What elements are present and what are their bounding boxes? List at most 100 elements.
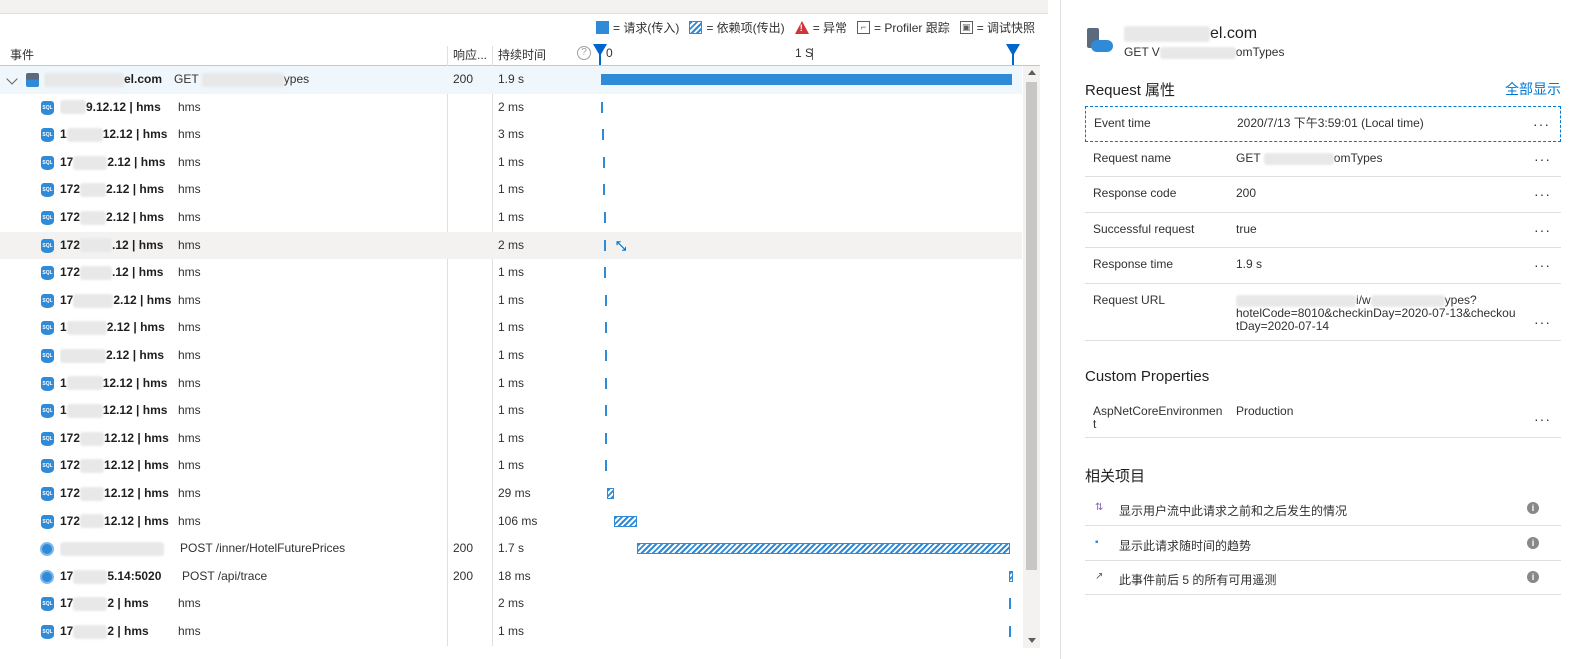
timeline-bar[interactable] [605, 322, 607, 334]
more-options-icon[interactable]: ··· [1534, 151, 1551, 167]
table-row[interactable]: SQL 172 2.12 | hms hms 1 ms [0, 204, 1022, 232]
timeline-bar[interactable] [604, 211, 606, 223]
related-item-trend[interactable]: ▪ 显示此请求随时间的趋势 i [1085, 527, 1561, 561]
event-name: 172 [60, 458, 81, 473]
sql-database-icon: SQL [41, 624, 54, 639]
scroll-up-icon[interactable] [1028, 70, 1036, 75]
event-name: 9.12.12 | hms [86, 99, 161, 114]
event-name: 17 [60, 292, 74, 307]
timeline-bar[interactable] [1009, 570, 1013, 582]
more-options-icon[interactable]: ··· [1534, 186, 1551, 202]
related-item-telemetry[interactable]: ↗ 此事件前后 5 的所有可用遥测 i [1085, 561, 1561, 595]
redacted-block [1236, 294, 1356, 307]
duration: 1.9 s [498, 72, 525, 86]
info-icon[interactable]: i [1527, 537, 1539, 549]
property-row-request-name[interactable]: Request name GET omTypes ··· [1085, 142, 1561, 177]
table-row[interactable]: SQL 172 12.12 | hms hms 106 ms [0, 508, 1022, 536]
table-row[interactable]: SQL 17 2 | hms hms 2 ms [0, 590, 1022, 618]
table-row[interactable]: SQL 172 2.12 | hms hms 1 ms [0, 176, 1022, 204]
column-header-duration[interactable]: 持续时间 [498, 46, 546, 64]
timeline-bar[interactable] [604, 239, 606, 251]
timeline-bar[interactable] [605, 405, 607, 417]
help-icon[interactable]: ? [577, 46, 591, 60]
table-row[interactable]: SQL 172 12.12 | hms hms 29 ms [0, 480, 1022, 508]
vertical-scrollbar[interactable] [1023, 66, 1040, 648]
property-row-environment[interactable]: AspNetCoreEnvironment Production ··· [1085, 395, 1561, 438]
timeline-bar[interactable] [601, 101, 603, 113]
timeline-bar[interactable] [637, 543, 1010, 555]
info-icon[interactable]: i [1527, 571, 1539, 583]
redacted-block [73, 624, 108, 639]
redacted-block [73, 597, 108, 612]
collapse-arrows-icon[interactable]: ⤡ [616, 232, 626, 260]
chevron-down-icon[interactable] [6, 73, 18, 85]
column-header-event[interactable]: 事件 [10, 46, 34, 64]
timeline-bar[interactable] [601, 74, 1012, 85]
table-row[interactable]: POST /inner/HotelFuturePrices 200 1.7 s [0, 535, 1022, 563]
table-row[interactable]: 17 5.14:5020 POST /api/trace 200 18 ms [0, 563, 1022, 591]
show-all-link[interactable]: 全部显示 [1505, 79, 1561, 99]
table-row[interactable]: SQL 17 2 | hms hms 1 ms [0, 618, 1022, 646]
timeline-bar[interactable] [602, 129, 604, 141]
table-row[interactable]: SQL 2.12 | hms hms 1 ms [0, 342, 1022, 370]
timeline-bar[interactable] [604, 267, 606, 279]
column-header-response[interactable]: 响应... [453, 46, 487, 64]
event-name: 17 [60, 596, 74, 611]
redacted-block [80, 486, 105, 501]
more-options-icon[interactable]: ··· [1534, 314, 1551, 330]
timeline-bar[interactable] [1009, 598, 1011, 610]
scrollbar-thumb[interactable] [1026, 82, 1037, 570]
sql-database-icon: SQL [41, 514, 54, 529]
table-row[interactable]: SQL 172 12.12 | hms hms 1 ms [0, 425, 1022, 453]
event-name-suffix: 12.12 | hms [102, 403, 168, 418]
property-row-successful-request[interactable]: Successful request true ··· [1085, 213, 1561, 248]
table-row[interactable]: SQL 172 12.12 | hms hms 1 ms [0, 452, 1022, 480]
more-options-icon[interactable]: ··· [1534, 411, 1551, 427]
event-name: 172 [60, 265, 81, 280]
info-icon[interactable]: i [1527, 502, 1539, 514]
table-row[interactable]: SQL 9.12.12 | hms hms 2 ms [0, 94, 1022, 122]
table-row[interactable]: SQL 1 12.12 | hms hms 1 ms [0, 370, 1022, 398]
redacted-block [73, 293, 114, 308]
event-detail: hms [178, 292, 201, 307]
redacted-block [80, 210, 107, 225]
property-row-response-code[interactable]: Response code 200 ··· [1085, 177, 1561, 213]
timeline-bar[interactable] [605, 432, 607, 444]
table-row[interactable]: SQL 172.12 | hms hms 1 ms [0, 287, 1022, 315]
table-row[interactable]: SQL 172.12 | hms hms 1 ms [0, 259, 1022, 287]
more-options-icon[interactable]: ··· [1533, 116, 1550, 132]
more-options-icon[interactable]: ··· [1534, 257, 1551, 273]
table-row[interactable]: SQL 1 12.12 | hms hms 3 ms [0, 121, 1022, 149]
event-name: 17 [60, 154, 74, 169]
event-detail: hms [178, 623, 201, 638]
timeline-bar[interactable] [603, 184, 605, 196]
sql-database-icon: SQL [41, 404, 54, 419]
property-row-event-time[interactable]: Event time 2020/7/13 下午3:59:01 (Local ti… [1085, 106, 1561, 142]
table-row[interactable]: SQL 172.12 | hms hms 1 ms [0, 149, 1022, 177]
event-name: 17 [60, 568, 74, 583]
duration: 1 ms [498, 154, 525, 169]
table-row-hovered[interactable]: SQL 172 .12 | hms hms 2 ms ⤡ [0, 231, 1022, 260]
event-detail: hms [178, 596, 201, 611]
table-row[interactable]: SQL 1 2.12 | hms hms 1 ms [0, 314, 1022, 342]
timeline-bar[interactable] [607, 487, 614, 499]
duration: 1 ms [498, 292, 525, 307]
timeline-bar[interactable] [1009, 625, 1011, 637]
more-options-icon[interactable]: ··· [1534, 222, 1551, 238]
scroll-down-icon[interactable] [1028, 638, 1036, 643]
duration: 2 ms [498, 99, 525, 114]
timeline-bar[interactable] [605, 349, 607, 361]
table-row[interactable]: SQL 1 12.12 | hms hms 1 ms [0, 397, 1022, 425]
property-row-request-url[interactable]: Request URL i/w ypes? hotelCode=8010&check… [1085, 284, 1561, 341]
related-item-user-flow[interactable]: ⇅ 显示用户流中此请求之前和之后发生的情况 i [1085, 492, 1561, 526]
timeline-bar[interactable] [603, 156, 605, 168]
timeline-bar[interactable] [605, 294, 607, 306]
timeline-bar[interactable] [614, 515, 637, 527]
table-row[interactable]: el.com GET ypes 200 1.9 s [0, 66, 1022, 94]
timeline-bar[interactable] [605, 377, 607, 389]
event-detail: hms [178, 375, 201, 390]
response-code: 200 [453, 568, 474, 583]
property-row-response-time[interactable]: Response time 1.9 s ··· [1085, 248, 1561, 284]
panel-divider [1060, 0, 1061, 659]
timeline-bar[interactable] [605, 460, 607, 472]
